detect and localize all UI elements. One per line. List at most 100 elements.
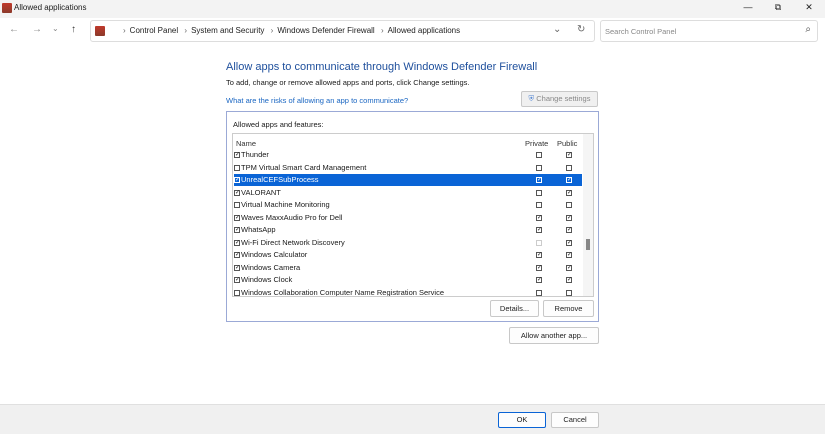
control-panel-icon: [95, 26, 105, 36]
private-checkbox[interactable]: [536, 189, 542, 196]
list-item[interactable]: Windows Collaboration Computer Name Regi…: [234, 287, 582, 296]
private-checkbox[interactable]: [536, 152, 542, 159]
app-name: Virtual Machine Monitoring: [241, 200, 330, 209]
private-checkbox[interactable]: ✓: [536, 252, 542, 259]
breadcrumb-allowed-apps[interactable]: Allowed applications: [388, 26, 461, 35]
enabled-checkbox[interactable]: ✓: [234, 152, 240, 159]
firewall-app-icon: [2, 3, 12, 13]
details-button[interactable]: Details...: [490, 300, 539, 317]
change-settings-label: Change settings: [536, 94, 591, 103]
app-name: Windows Camera: [241, 262, 301, 272]
apps-list[interactable]: Name Private Public ✓Thunder ✓ TPM Virtual…: [232, 133, 594, 297]
title-bar: Allowed applications — ⧉ ✕: [0, 0, 825, 18]
public-checkbox[interactable]: [566, 289, 572, 296]
scrollbar-thumb[interactable]: [586, 239, 590, 250]
address-bar[interactable]: › Control Panel › System and Security › Win…: [90, 20, 595, 42]
private-checkbox[interactable]: ✓: [536, 214, 542, 221]
maximize-button[interactable]: ⧉: [763, 0, 793, 16]
app-name: Wi-Fi Direct Network Discovery: [241, 237, 345, 247]
breadcrumb: › Control Panel › System and Security › Win…: [123, 26, 461, 35]
column-header-private[interactable]: Private: [525, 139, 548, 148]
enabled-checkbox[interactable]: ✓: [234, 264, 240, 271]
enabled-checkbox[interactable]: [234, 164, 240, 171]
enabled-checkbox[interactable]: ✓: [234, 277, 240, 284]
risks-link[interactable]: What are the risks of allowing an app to…: [226, 96, 408, 105]
page-title: Allow apps to communicate through Window…: [226, 61, 538, 73]
private-checkbox[interactable]: [536, 239, 542, 246]
list-item[interactable]: ✓UnrealCEFSubProcess ✓ ✓: [234, 174, 582, 186]
list-item[interactable]: ✓Windows Clock ✓ ✓: [234, 274, 582, 286]
up-arrow-icon[interactable]: ↑: [71, 24, 76, 35]
public-checkbox[interactable]: [566, 202, 572, 209]
enabled-checkbox[interactable]: ✓: [234, 252, 240, 259]
public-checkbox[interactable]: ✓: [566, 152, 572, 159]
column-header-name[interactable]: Name: [236, 139, 256, 148]
enabled-checkbox[interactable]: ✓: [234, 227, 240, 234]
public-checkbox[interactable]: ✓: [566, 239, 572, 246]
list-item[interactable]: ✓VALORANT ✓: [234, 187, 582, 199]
cancel-button[interactable]: Cancel: [551, 412, 599, 428]
forward-arrow-icon[interactable]: →: [32, 24, 42, 35]
group-label: Allowed apps and features:: [233, 120, 324, 129]
app-name: Thunder: [241, 150, 269, 159]
scrollbar[interactable]: [583, 134, 593, 296]
search-icon: ⌕: [805, 24, 811, 35]
remove-button[interactable]: Remove: [543, 300, 594, 317]
public-checkbox[interactable]: ✓: [566, 264, 572, 271]
app-name: TPM Virtual Smart Card Management: [241, 162, 367, 172]
breadcrumb-system-security[interactable]: System and Security: [191, 26, 264, 35]
address-dropdown-icon[interactable]: ⌄: [553, 24, 561, 35]
public-checkbox[interactable]: ✓: [566, 214, 572, 221]
list-item[interactable]: ✓Waves MaxxAudio Pro for Dell ✓ ✓: [234, 212, 582, 224]
app-name: Windows Calculator: [241, 250, 308, 259]
private-checkbox[interactable]: ✓: [536, 264, 542, 271]
list-item[interactable]: ✓Wi-Fi Direct Network Discovery ✓: [234, 237, 582, 249]
private-checkbox[interactable]: ✓: [536, 277, 542, 284]
list-item[interactable]: ✓Windows Calculator ✓ ✓: [234, 249, 582, 261]
change-settings-button[interactable]: ⛨ Change settings: [521, 91, 598, 107]
enabled-checkbox[interactable]: [234, 202, 240, 209]
list-item[interactable]: ✓Windows Camera ✓ ✓: [234, 262, 582, 274]
enabled-checkbox[interactable]: ✓: [234, 189, 240, 196]
minimize-button[interactable]: —: [733, 0, 763, 16]
private-checkbox[interactable]: ✓: [536, 177, 542, 184]
breadcrumb-control-panel[interactable]: Control Panel: [130, 26, 178, 35]
private-checkbox[interactable]: [536, 202, 542, 209]
app-name: UnrealCEFSubProcess: [241, 175, 319, 184]
app-name: Waves MaxxAudio Pro for Dell: [241, 212, 343, 222]
recent-locations-chevron-icon[interactable]: ⌄: [52, 24, 59, 33]
window-title: Allowed applications: [14, 3, 87, 12]
breadcrumb-firewall[interactable]: Windows Defender Firewall: [277, 26, 374, 35]
enabled-checkbox[interactable]: ✓: [234, 177, 240, 184]
search-input[interactable]: Search Control Panel ⌕: [600, 20, 818, 42]
list-item[interactable]: Virtual Machine Monitoring: [234, 199, 582, 211]
search-placeholder: Search Control Panel: [605, 27, 677, 36]
private-checkbox[interactable]: ✓: [536, 227, 542, 234]
allowed-apps-group: Allowed apps and features: Name Private …: [226, 111, 599, 322]
column-header-public[interactable]: Public: [557, 139, 577, 148]
app-name: VALORANT: [241, 187, 281, 197]
public-checkbox[interactable]: [566, 164, 572, 171]
list-item[interactable]: TPM Virtual Smart Card Management: [234, 162, 582, 174]
public-checkbox[interactable]: ✓: [566, 277, 572, 284]
app-name: Windows Clock: [241, 275, 293, 284]
public-checkbox[interactable]: ✓: [566, 252, 572, 259]
enabled-checkbox[interactable]: ✓: [234, 239, 240, 246]
app-name: WhatsApp: [241, 225, 276, 234]
enabled-checkbox[interactable]: ✓: [234, 214, 240, 221]
footer-bar: OK Cancel: [0, 404, 825, 434]
allow-another-app-button[interactable]: Allow another app...: [509, 327, 599, 344]
refresh-icon[interactable]: ↻: [577, 24, 585, 35]
public-checkbox[interactable]: ✓: [566, 177, 572, 184]
back-arrow-icon[interactable]: ←: [9, 24, 19, 35]
public-checkbox[interactable]: ✓: [566, 189, 572, 196]
public-checkbox[interactable]: ✓: [566, 227, 572, 234]
list-item[interactable]: ✓Thunder ✓: [234, 149, 582, 161]
ok-button[interactable]: OK: [498, 412, 546, 428]
shield-icon: ⛨: [528, 94, 535, 103]
enabled-checkbox[interactable]: [234, 289, 240, 296]
private-checkbox[interactable]: [536, 164, 542, 171]
close-button[interactable]: ✕: [794, 0, 824, 16]
list-item[interactable]: ✓WhatsApp ✓ ✓: [234, 224, 582, 236]
private-checkbox[interactable]: [536, 289, 542, 296]
